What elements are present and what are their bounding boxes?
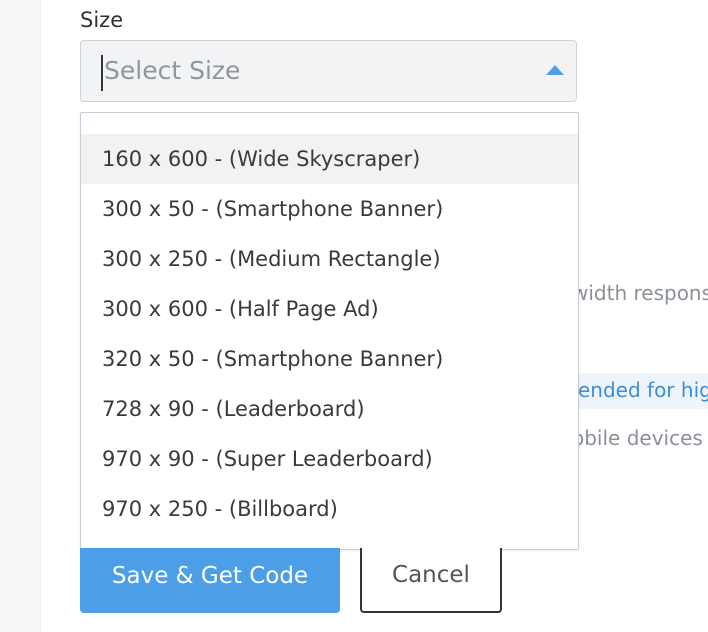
size-dropdown-menu: 160 x 600 - (Wide Skyscraper) 300 x 50 -… [80,112,579,550]
size-select-placeholder: Select Size [104,56,241,85]
text-cursor [101,55,103,91]
size-option[interactable]: 970 x 90 - (Super Leaderboard) [81,434,578,484]
size-option[interactable]: 300 x 50 - (Smartphone Banner) [81,184,578,234]
size-option[interactable]: 320 x 50 - (Smartphone Banner) [81,334,578,384]
left-gutter [0,0,41,632]
size-option[interactable]: 160 x 600 - (Wide Skyscraper) [81,134,578,184]
background-link-fragment: ended for high [578,378,708,402]
save-and-get-code-button[interactable]: Save & Get Code [80,548,340,613]
cancel-button[interactable]: Cancel [360,548,502,613]
caret-up-icon[interactable] [546,65,564,75]
background-text-fragment: obile devices [572,426,703,450]
size-option[interactable]: 728 x 90 - (Leaderboard) [81,384,578,434]
size-select[interactable]: Select Size [80,40,577,102]
size-option[interactable]: 300 x 600 - (Half Page Ad) [81,284,578,334]
size-option[interactable]: 300 x 250 - (Medium Rectangle) [81,234,578,284]
size-option[interactable]: 970 x 250 - (Billboard) [81,484,578,534]
background-text-fragment: width respons [572,281,708,305]
size-label: Size [80,8,124,32]
